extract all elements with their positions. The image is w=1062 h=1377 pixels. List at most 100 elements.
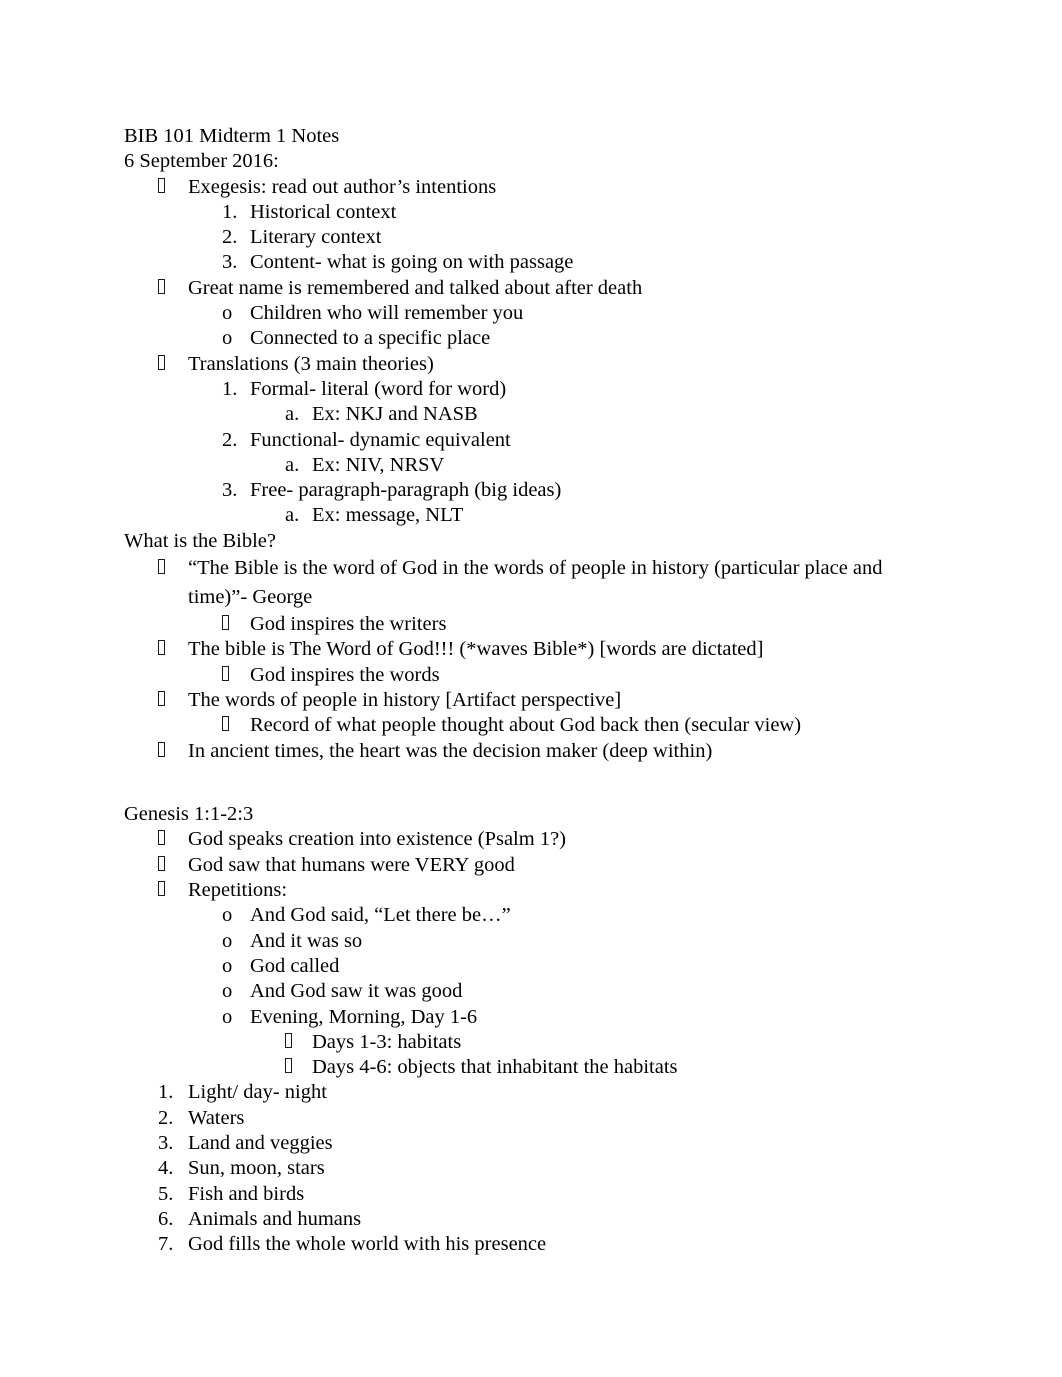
list-item-label: The bible is The Word of God!!! (*waves … (188, 638, 764, 661)
list-marker: 3. (222, 251, 238, 274)
list-item-label: Animals and humans (188, 1207, 362, 1230)
list-item-label: And God saw it was good (250, 980, 463, 1003)
tofu-bullet-icon (158, 352, 188, 377)
list-item-label: Exegesis: read out author’s intentions (188, 175, 497, 198)
section-heading-bible: What is the Bible? (124, 529, 276, 552)
list-item-label: Ex: NKJ and NASB (312, 403, 478, 426)
list-item-label: Fish and birds (188, 1182, 305, 1205)
list-marker: 1. (222, 200, 238, 223)
list-marker: 7. (158, 1233, 174, 1256)
list-item-label: God inspires the words (250, 663, 440, 686)
tofu-bullet-icon (158, 827, 188, 852)
list-item: God inspires the words (124, 663, 894, 688)
list-item: a. Ex: NIV, NRSV (124, 453, 894, 478)
list-item: 1. Formal- literal (word for word) (124, 377, 894, 402)
list-item-label: Great name is remembered and talked abou… (188, 276, 643, 299)
list-item-label: Light/ day- night (188, 1081, 327, 1104)
list-marker: 3. (222, 479, 238, 502)
list-item: o Connected to a specific place (124, 326, 894, 351)
list-item: o God called (124, 954, 894, 979)
list-item: Translations (3 main theories) (124, 352, 894, 377)
list-item: Days 4-6: objects that inhabitant the ha… (124, 1055, 894, 1080)
circle-bullet-icon: o (222, 954, 233, 977)
list-marker: a. (285, 504, 300, 527)
list-item: o And God said, “Let there be…” (124, 903, 894, 928)
list-item: 2. Literary context (124, 225, 894, 250)
list-item-label: Connected to a specific place (250, 327, 491, 350)
list-item-label: Functional- dynamic equivalent (250, 428, 511, 451)
list-item-label: Translations (3 main theories) (188, 352, 434, 375)
list-marker: 5. (158, 1182, 174, 1205)
list-item: a. Ex: message, NLT (124, 503, 894, 528)
list-marker: 2. (158, 1106, 174, 1129)
list-item-label: Sun, moon, stars (188, 1157, 325, 1180)
tofu-bullet-icon (158, 853, 188, 878)
list-item-label: God speaks creation into existence (Psal… (188, 828, 566, 851)
list-item: God speaks creation into existence (Psal… (124, 827, 894, 852)
list-item-label: Days 4-6: objects that inhabitant the ha… (312, 1056, 678, 1079)
list-item-label: Repetitions: (188, 879, 288, 902)
list-item: 6. Animals and humans (124, 1207, 894, 1232)
tofu-bullet-icon (158, 637, 188, 662)
list-item-label: The words of people in history [Artifact… (188, 688, 622, 711)
list-item: 3. Free- paragraph-paragraph (big ideas) (124, 478, 894, 503)
document-page: BIB 101 Midterm 1 Notes 6 September 2016… (0, 0, 1062, 1377)
list-item: God saw that humans were VERY good (124, 853, 894, 878)
list-item-label: Evening, Morning, Day 1-6 (250, 1005, 478, 1028)
list-item: Record of what people thought about God … (124, 713, 894, 738)
list-item: 2. Waters (124, 1106, 894, 1131)
list-item-label: God saw that humans were VERY good (188, 853, 515, 876)
list-item-label: God fills the whole world with his prese… (188, 1233, 547, 1256)
list-item: God inspires the writers (124, 612, 894, 637)
list-item: 3. Content- what is going on with passag… (124, 250, 894, 275)
document-body: BIB 101 Midterm 1 Notes 6 September 2016… (124, 124, 894, 1257)
tofu-bullet-icon (222, 663, 250, 688)
list-marker: 6. (158, 1207, 174, 1230)
circle-bullet-icon: o (222, 929, 233, 952)
list-item-label: “The Bible is the word of God in the wor… (188, 557, 888, 609)
list-marker: 2. (222, 428, 238, 451)
list-item: 5. Fish and birds (124, 1182, 894, 1207)
list-marker: 2. (222, 226, 238, 249)
tofu-bullet-icon (285, 1055, 312, 1080)
list-item: 7. God fills the whole world with his pr… (124, 1232, 894, 1257)
list-marker: 4. (158, 1157, 174, 1180)
list-item-label: Formal- literal (word for word) (250, 377, 507, 400)
list-item-label: Literary context (250, 226, 382, 249)
tofu-bullet-icon (158, 276, 188, 301)
list-item-label: Historical context (250, 200, 397, 223)
list-item-label: And it was so (250, 929, 363, 952)
list-marker: 1. (222, 377, 238, 400)
tofu-bullet-icon (158, 739, 188, 764)
document-title: BIB 101 Midterm 1 Notes (124, 125, 340, 147)
section-heading-genesis: Genesis 1:1-2:3 (124, 803, 254, 826)
circle-bullet-icon: o (222, 327, 233, 350)
list-item: In ancient times, the heart was the deci… (124, 739, 894, 764)
list-item: Repetitions: (124, 878, 894, 903)
list-item-label: Children who will remember you (250, 302, 524, 325)
tofu-bullet-icon (158, 556, 188, 581)
list-item: a. Ex: NKJ and NASB (124, 402, 894, 427)
tofu-bullet-icon (158, 878, 188, 903)
tofu-bullet-icon (285, 1030, 312, 1055)
list-item-label: Content- what is going on with passage (250, 251, 574, 274)
document-date: 6 September 2016: (124, 150, 279, 173)
circle-bullet-icon: o (222, 1005, 233, 1028)
list-item-label: In ancient times, the heart was the deci… (188, 739, 713, 762)
list-item: 4. Sun, moon, stars (124, 1156, 894, 1181)
list-item: The words of people in history [Artifact… (124, 688, 894, 713)
list-item: o Children who will remember you (124, 301, 894, 326)
list-item-label: Land and veggies (188, 1131, 333, 1154)
list-item-label: And God said, “Let there be…” (250, 904, 511, 927)
list-item: “The Bible is the word of God in the wor… (124, 554, 894, 612)
circle-bullet-icon: o (222, 980, 233, 1003)
list-item-label: Ex: NIV, NRSV (312, 453, 445, 476)
list-marker: a. (285, 453, 300, 476)
list-item: 2. Functional- dynamic equivalent (124, 428, 894, 453)
list-item-label: God inspires the writers (250, 613, 447, 636)
list-marker: a. (285, 403, 300, 426)
tofu-bullet-icon (158, 688, 188, 713)
list-item: 1. Historical context (124, 200, 894, 225)
tofu-bullet-icon (222, 713, 250, 738)
